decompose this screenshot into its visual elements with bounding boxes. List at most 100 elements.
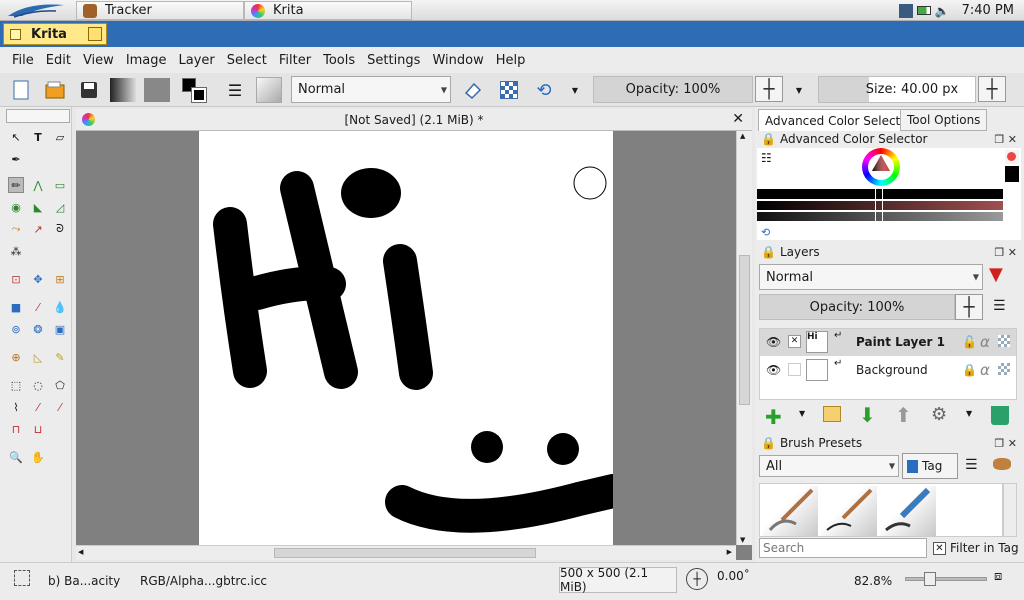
float-close-icon[interactable]: ❐ ✕: [994, 133, 1017, 146]
scroll-right-icon[interactable]: ▶: [727, 548, 732, 556]
select-shapes-icon[interactable]: ↖: [8, 129, 24, 145]
layer-select-checkbox[interactable]: ✕: [788, 335, 801, 348]
lock-icon[interactable]: 🔒: [761, 245, 776, 259]
rotation-icon[interactable]: ┼: [686, 568, 708, 590]
gradient-tool-icon[interactable]: ■: [8, 299, 24, 315]
add-layer-icon[interactable]: ✚: [765, 405, 782, 429]
start-menu-icon[interactable]: [4, 2, 68, 19]
checkbox-icon[interactable]: ✕: [933, 541, 946, 555]
visibility-eye-icon[interactable]: 👁: [766, 363, 781, 377]
move-tool-icon[interactable]: ✥: [30, 271, 46, 287]
pan-assist-icon[interactable]: ✎: [52, 349, 68, 365]
menu-layer[interactable]: Layer: [173, 53, 221, 68]
vertical-scrollbar[interactable]: ▲ ▼: [736, 131, 752, 545]
size-lock-button[interactable]: ┼: [978, 76, 1006, 102]
zoom-tool-icon[interactable]: 🔍: [8, 449, 24, 465]
brush-preset-item[interactable]: [821, 486, 877, 536]
color-picker-icon[interactable]: ⁄: [30, 299, 46, 315]
menu-select[interactable]: Select: [221, 53, 273, 68]
color-triangle[interactable]: [871, 154, 891, 174]
image-size-button[interactable]: 500 x 500 (2.1 MiB): [559, 566, 677, 594]
fill-tool-icon[interactable]: 💧: [52, 299, 68, 315]
lock-icon[interactable]: 🔓: [962, 335, 977, 349]
new-document-icon[interactable]: [8, 77, 34, 103]
open-document-icon[interactable]: [42, 77, 68, 103]
ellipse-tool-icon[interactable]: ◉: [8, 199, 24, 215]
filter-in-tag-checkbox[interactable]: ✕ Filter in Tag: [933, 541, 1019, 555]
alpha-lock-icon[interactable]: [998, 363, 1010, 375]
document-tab[interactable]: [Not Saved] (2.1 MiB) * ✕: [76, 109, 752, 131]
move-layer-down-icon[interactable]: ⬇: [859, 403, 876, 427]
close-document-icon[interactable]: ✕: [732, 111, 744, 127]
alpha-lock-icon[interactable]: [496, 77, 522, 103]
layer-blend-mode-select[interactable]: Normal ▼: [759, 264, 983, 290]
menu-settings[interactable]: Settings: [361, 53, 426, 68]
chevron-down-icon[interactable]: ▼: [790, 77, 808, 103]
alpha-lock-icon[interactable]: [998, 335, 1010, 347]
brush-search-input[interactable]: Search: [759, 538, 927, 558]
bezier-tool-icon[interactable]: ⤳: [8, 221, 24, 237]
magnetic-select-icon[interactable]: ⊔: [30, 421, 46, 437]
reload-preset-icon[interactable]: ⟲: [531, 77, 557, 103]
text-tool-icon[interactable]: T: [30, 129, 46, 145]
brush-preset-item[interactable]: [880, 486, 936, 536]
color-history-icon[interactable]: [1005, 150, 1019, 164]
ruler-tool-icon[interactable]: ◺: [30, 349, 46, 365]
assistant-tool-icon[interactable]: ⊚: [8, 321, 24, 337]
polygon-select-icon[interactable]: ⬠: [52, 377, 68, 393]
chevron-down-icon[interactable]: ▼: [799, 409, 805, 418]
pattern-icon[interactable]: [144, 77, 170, 103]
tag-button[interactable]: Tag: [902, 453, 958, 479]
layer-row[interactable]: 👁 ✕ Hi ↵ Paint Layer 1 🔓 α: [760, 329, 1016, 356]
polygon-tool-icon[interactable]: ◣: [30, 199, 46, 215]
dynamic-brush-icon[interactable]: ᘐ: [52, 221, 68, 237]
window-tab-krita[interactable]: Krita: [3, 23, 107, 45]
canvas[interactable]: Hi: [199, 131, 630, 545]
layer-filter-icon[interactable]: ▼: [989, 264, 1003, 285]
color-hue-ring[interactable]: [862, 148, 900, 186]
layer-menu-icon[interactable]: ☰: [993, 298, 1006, 314]
taskbar-task-tracker[interactable]: Tracker: [76, 1, 244, 20]
rectangle-tool-icon[interactable]: ▭: [52, 177, 68, 193]
smart-patch-icon[interactable]: ❂: [30, 321, 46, 337]
layer-select-checkbox[interactable]: [788, 363, 801, 376]
rect-select-icon[interactable]: ⬚: [8, 377, 24, 393]
scroll-left-icon[interactable]: ◀: [78, 548, 83, 556]
layer-row[interactable]: 👁 ↵ Background 🔒 α: [760, 357, 1016, 384]
brush-save-icon[interactable]: [993, 458, 1011, 470]
transform-tool-icon[interactable]: ⊞: [52, 271, 68, 287]
brush-view-menu-icon[interactable]: ☰: [965, 457, 978, 473]
layer-expand-icon[interactable]: ↵: [834, 358, 842, 369]
eraser-icon[interactable]: [460, 77, 486, 103]
menu-window[interactable]: Window: [426, 53, 489, 68]
refresh-icon[interactable]: ⟲: [761, 226, 770, 239]
current-color-swatch[interactable]: [1005, 166, 1019, 182]
chevron-down-icon[interactable]: ▼: [566, 77, 584, 103]
zoom-slider-handle[interactable]: [924, 572, 936, 586]
opacity-lock-button[interactable]: ┼: [755, 76, 783, 102]
blend-mode-select[interactable]: Normal ▼: [291, 76, 451, 103]
freehand-path-icon[interactable]: ↗: [30, 221, 46, 237]
taskbar-task-krita[interactable]: Krita: [244, 1, 412, 20]
menu-edit[interactable]: Edit: [40, 53, 77, 68]
alpha-inherit-icon[interactable]: α: [980, 361, 990, 379]
fit-to-view-icon[interactable]: ⧈: [994, 569, 1002, 584]
menu-file[interactable]: File: [6, 53, 40, 68]
brush-preset-item[interactable]: [762, 486, 818, 536]
vertical-scroll-thumb[interactable]: [739, 255, 750, 405]
line-tool-icon[interactable]: ⋀: [30, 177, 46, 193]
window-zoom-button[interactable]: [88, 27, 102, 41]
opacity-slider[interactable]: Opacity: 100%: [593, 76, 753, 103]
layer-name[interactable]: Paint Layer 1: [856, 335, 945, 349]
clock[interactable]: 7:40 PM: [962, 3, 1014, 18]
freehand-select-icon[interactable]: ⌇: [8, 399, 24, 415]
lock-icon[interactable]: 🔒: [761, 436, 776, 450]
ellipse-select-icon[interactable]: ◌: [30, 377, 46, 393]
float-close-icon[interactable]: ❐ ✕: [994, 437, 1017, 450]
horizontal-scroll-thumb[interactable]: [274, 548, 536, 558]
measure-tool-icon[interactable]: ⊕: [8, 349, 24, 365]
menu-view[interactable]: View: [77, 53, 120, 68]
layer-opacity-slider[interactable]: Opacity: 100%: [759, 294, 955, 320]
color-swap-icon[interactable]: [180, 77, 207, 103]
similar-select-icon[interactable]: ⁄: [52, 399, 68, 415]
